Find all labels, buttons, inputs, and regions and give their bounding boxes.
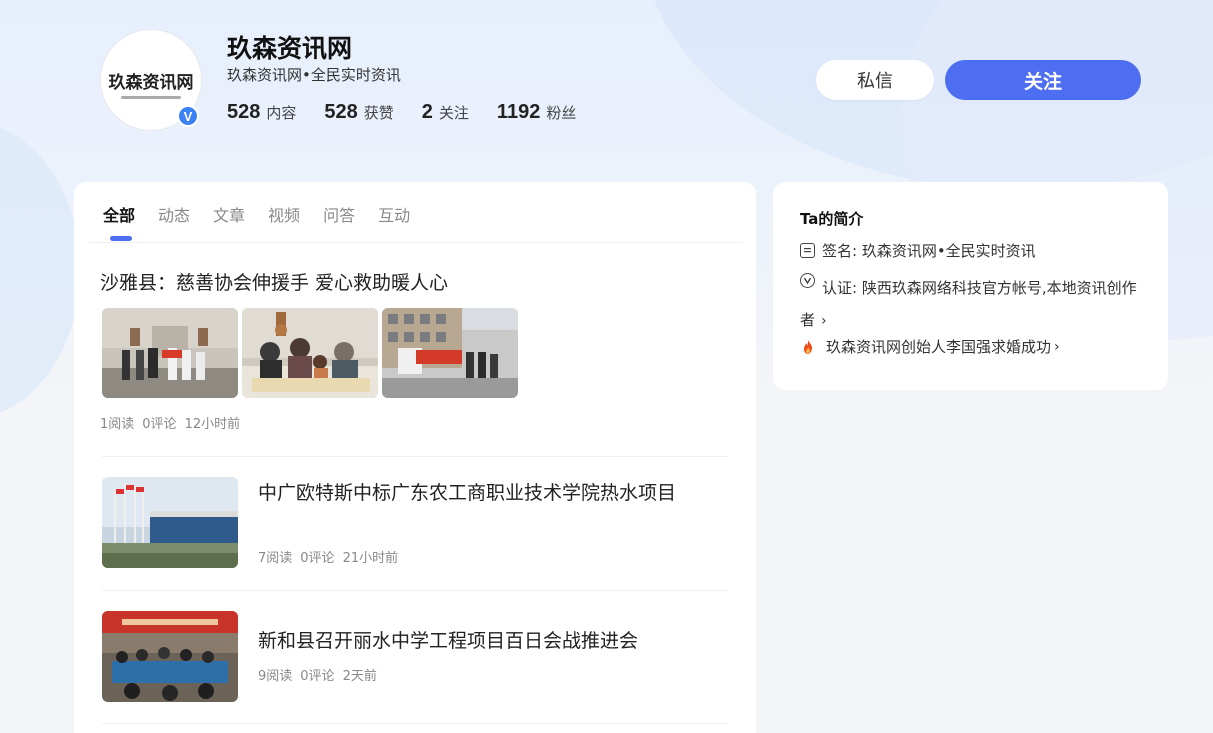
signature-row: 签名: 玖森资讯网•全民实时资讯 (800, 240, 1036, 261)
feed-thumbnail[interactable] (382, 308, 518, 398)
chevron-right-icon[interactable]: › (821, 313, 827, 329)
stat-number: 528 (324, 101, 358, 123)
feed-item-title[interactable]: 中广欧特斯中标广东农工商职业技术学院热水项目 (258, 478, 678, 508)
comment-count[interactable]: 0评论 (300, 665, 334, 684)
feed-divider (102, 590, 728, 591)
stat-likes: 528 获赞 (324, 101, 393, 124)
auth-text: 认证: 陕西玖森网络科技官方帐号,本地资讯创作者 (800, 279, 1137, 329)
stat-label: 关注 (438, 104, 469, 122)
content-tabs: 全部 动态 文章 视频 问答 互动 (103, 202, 433, 241)
feed-thumbnail[interactable] (102, 308, 238, 398)
profile-description: 玖森资讯网•全民实时资讯 (227, 66, 401, 84)
comment-count[interactable]: 0评论 (142, 413, 176, 432)
hot-link-row[interactable]: 玖森资讯网创始人李国强求婚成功 › (800, 336, 1060, 357)
chevron-right-icon[interactable]: › (1054, 339, 1060, 355)
feed-card: 全部 动态 文章 视频 问答 互动 沙雅县：慈善协会伸援手 爱心救助暖人心 1阅… (74, 182, 756, 733)
stat-label: 内容 (266, 104, 297, 122)
tab-videos[interactable]: 视频 (268, 202, 300, 225)
profile-stats: 528 内容 528 获赞 2 关注 1192 粉丝 (227, 101, 604, 124)
feed-thumbnail[interactable] (102, 611, 238, 702)
auth-row: 认证: 陕西玖森网络科技官方帐号,本地资讯创作者 › (800, 272, 1145, 337)
feed-item-meta: 7阅读 0评论 21小时前 (258, 547, 406, 566)
tab-interactions[interactable]: 互动 (378, 202, 410, 225)
intro-card: Ta的简介 签名: 玖森资讯网•全民实时资讯 认证: 陕西玖森网络科技官方帐号,… (773, 182, 1168, 390)
stat-number: 528 (227, 101, 261, 123)
verified-icon: V (177, 105, 199, 127)
publish-time: 12小时前 (184, 417, 241, 432)
stat-number: 1192 (496, 101, 541, 123)
tab-qa[interactable]: 问答 (323, 202, 355, 225)
stat-number: 2 (421, 101, 433, 123)
stat-label: 获赞 (363, 104, 394, 122)
feed-thumbnail[interactable] (242, 308, 378, 398)
stat-followers[interactable]: 1192 粉丝 (497, 101, 576, 124)
tab-all[interactable]: 全部 (103, 202, 135, 241)
document-icon (800, 243, 815, 258)
feed-divider (102, 456, 728, 457)
publish-time: 2天前 (342, 669, 377, 684)
feed-item-images (102, 308, 522, 398)
message-button[interactable]: 私信 (816, 60, 934, 100)
intro-title: Ta的简介 (800, 210, 864, 228)
tab-articles[interactable]: 文章 (213, 202, 245, 225)
avatar-logo-text: 玖森资讯网 (108, 72, 194, 93)
feed-thumbnail[interactable] (102, 477, 238, 568)
avatar-logo-underline (121, 96, 181, 99)
read-count: 9阅读 (258, 669, 293, 684)
hot-link-text[interactable]: 玖森资讯网创始人李国强求婚成功 (826, 336, 1051, 357)
follow-button[interactable]: 关注 (945, 60, 1141, 100)
comment-count[interactable]: 0评论 (300, 547, 334, 566)
fire-icon (804, 339, 812, 354)
publish-time: 21小时前 (342, 551, 399, 566)
signature-text: 签名: 玖森资讯网•全民实时资讯 (822, 242, 1036, 260)
feed-item-meta: 1阅读 0评论 12小时前 (100, 413, 248, 432)
tab-updates[interactable]: 动态 (158, 202, 190, 225)
stat-following[interactable]: 2 关注 (422, 101, 469, 124)
tabs-divider (88, 242, 743, 243)
decorative-arc (0, 120, 80, 420)
feed-item-title[interactable]: 沙雅县：慈善协会伸援手 爱心救助暖人心 (100, 268, 448, 295)
read-count: 1阅读 (100, 417, 135, 432)
profile-name: 玖森资讯网 (227, 34, 353, 63)
feed-divider (102, 723, 728, 724)
stat-content[interactable]: 528 内容 (227, 101, 296, 124)
stat-label: 粉丝 (546, 104, 577, 122)
read-count: 7阅读 (258, 551, 293, 566)
feed-item-title[interactable]: 新和县召开丽水中学工程项目百日会战推进会 (258, 626, 678, 656)
feed-item-meta: 9阅读 0评论 2天前 (258, 665, 385, 684)
